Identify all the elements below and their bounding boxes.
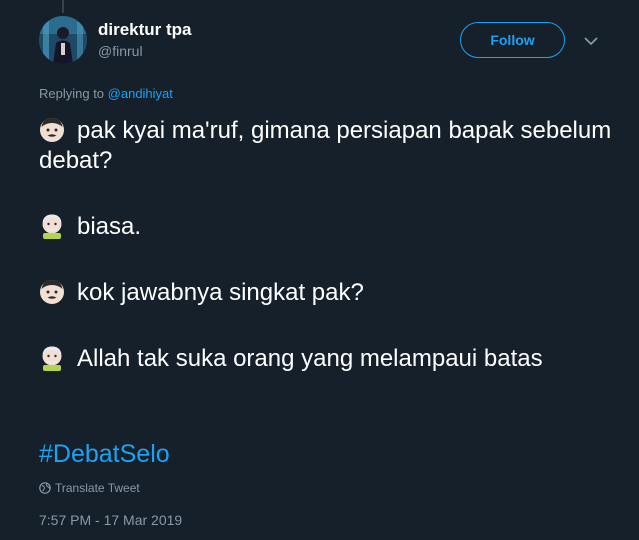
- follow-button[interactable]: Follow: [460, 22, 565, 58]
- tweet-timestamp[interactable]: 7:57 PM - 17 Mar 2019: [39, 512, 182, 528]
- globe-icon: [39, 482, 51, 494]
- chevron-down-icon[interactable]: [580, 30, 602, 52]
- dialogue-line-4: Allah tak suka orang yang melampaui bata…: [77, 345, 543, 372]
- hashtag-link[interactable]: #DebatSelo: [39, 440, 170, 469]
- tweet-paragraph: kok jawabnya singkat pak?: [39, 278, 614, 308]
- translate-tweet-label: Translate Tweet: [55, 481, 140, 495]
- old-man-emoji-icon: [42, 214, 62, 239]
- tweet: direktur tpa @finrul Follow Replying to …: [0, 0, 639, 540]
- author-handle[interactable]: @finrul: [98, 43, 143, 59]
- dialogue-line-1: pak kyai ma'ruf, gimana persiapan bapak …: [39, 117, 612, 174]
- avatar[interactable]: [39, 16, 87, 64]
- old-man-emoji-icon: [42, 346, 62, 371]
- reply-mention-link[interactable]: @andihiyat: [108, 86, 173, 101]
- translate-tweet-link[interactable]: Translate Tweet: [39, 481, 140, 495]
- author-display-name[interactable]: direktur tpa: [98, 20, 192, 40]
- thread-line: [62, 0, 64, 13]
- dialogue-line-2: biasa.: [77, 213, 142, 240]
- man-emoji-icon: [40, 118, 64, 142]
- dialogue-line-3: kok jawabnya singkat pak?: [77, 279, 364, 306]
- tweet-paragraph: biasa.: [39, 212, 614, 242]
- replying-to: Replying to @andihiyat: [39, 86, 173, 101]
- man-emoji-icon: [40, 280, 64, 304]
- tweet-body: pak kyai ma'ruf, gimana persiapan bapak …: [39, 116, 614, 374]
- tweet-paragraph: Allah tak suka orang yang melampaui bata…: [39, 344, 614, 374]
- tweet-paragraph: pak kyai ma'ruf, gimana persiapan bapak …: [39, 116, 614, 176]
- replying-to-label: Replying to: [39, 86, 108, 101]
